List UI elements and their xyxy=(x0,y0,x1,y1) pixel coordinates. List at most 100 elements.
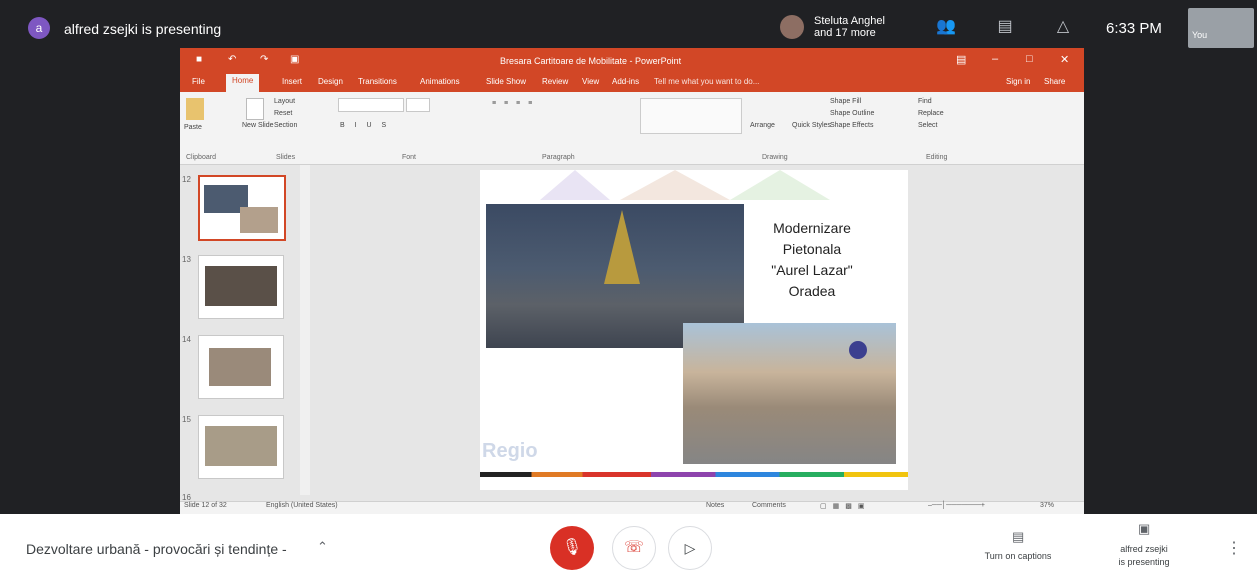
font-format-buttons[interactable]: B I U S xyxy=(340,122,390,129)
close-icon[interactable]: ✕ xyxy=(1060,53,1069,66)
tab-review[interactable]: Review xyxy=(542,77,568,86)
tab-home[interactable]: Home xyxy=(226,74,260,92)
clock: 6:33 PM xyxy=(1106,20,1162,37)
participants-summary[interactable]: Steluta Anghel and 17 more xyxy=(778,12,908,42)
activities-icon[interactable]: △ xyxy=(1050,16,1076,36)
shared-screen-powerpoint: ■ ↶ ↷ ▣ Bresara Cartitoare de Mobilitate… xyxy=(180,48,1084,514)
paste-button[interactable]: Paste xyxy=(184,124,202,131)
share-button[interactable]: Share xyxy=(1044,77,1065,86)
tab-view[interactable]: View xyxy=(582,77,599,86)
self-video-tile[interactable] xyxy=(1188,8,1254,48)
slide-decoration xyxy=(540,170,610,200)
quick-styles-button[interactable]: Quick Styles xyxy=(792,122,831,129)
people-icon[interactable]: 👥 xyxy=(933,16,959,36)
slide-logo: Regio xyxy=(482,440,538,462)
road-sign xyxy=(849,341,867,359)
ribbon: Paste Clipboard New Slide Layout Reset S… xyxy=(180,92,1084,165)
thumb-image xyxy=(205,266,277,306)
tab-slide-show[interactable]: Slide Show xyxy=(486,77,526,86)
more-options-icon[interactable]: ⋮ xyxy=(1226,538,1242,558)
new-slide-button[interactable]: New Slide xyxy=(242,122,274,129)
view-buttons[interactable]: ▢▦▩▣ xyxy=(820,502,870,510)
replace-button[interactable]: Replace xyxy=(918,110,944,117)
captions-icon[interactable]: ▤ xyxy=(1012,529,1024,545)
window-title: Bresara Cartitoare de Mobilitate - Power… xyxy=(500,56,682,66)
slide-title-line: "Aurel Lazar" xyxy=(771,262,853,278)
reset-button[interactable]: Reset xyxy=(274,110,292,117)
slide-thumbnail[interactable] xyxy=(198,255,284,319)
participant-name: Steluta Anghel xyxy=(814,15,885,27)
slide-thumbnail[interactable] xyxy=(198,415,284,479)
undo-icon[interactable]: ↶ xyxy=(228,54,236,65)
arrange-button[interactable]: Arrange xyxy=(750,122,775,129)
font-size-box[interactable] xyxy=(406,98,430,112)
language-indicator[interactable]: English (United States) xyxy=(266,502,338,509)
slide-thumbnail[interactable] xyxy=(198,335,284,399)
thumb-image xyxy=(205,426,277,466)
redo-icon[interactable]: ↷ xyxy=(260,54,268,65)
start-from-beginning-icon[interactable]: ▣ xyxy=(290,54,299,65)
layout-button[interactable]: Layout xyxy=(274,98,295,105)
zoom-slider[interactable]: –──│───────+ xyxy=(928,502,985,509)
group-font: Font xyxy=(402,154,417,161)
group-clipboard: Clipboard xyxy=(186,154,216,161)
slide-title-line: Oradea xyxy=(788,283,836,299)
minimize-icon[interactable]: – xyxy=(992,53,998,65)
maximize-icon[interactable]: □ xyxy=(1026,53,1033,65)
section-button[interactable]: Section xyxy=(274,122,297,129)
tell-me-search[interactable]: Tell me what you want to do... xyxy=(654,77,759,86)
chevron-up-icon[interactable]: ⌃ xyxy=(317,539,328,555)
thumbnails-scrollbar[interactable] xyxy=(300,165,310,495)
ribbon-options-icon[interactable]: ▤ xyxy=(956,53,966,66)
slide-decoration xyxy=(730,170,830,200)
find-button[interactable]: Find xyxy=(918,98,932,105)
thumb-image xyxy=(240,207,278,233)
current-slide[interactable]: Modernizare Pietonala "Aurel Lazar" Orad… xyxy=(480,170,908,490)
turn-on-captions-button[interactable]: Turn on captions xyxy=(972,551,1064,561)
camera-button[interactable]: ▷ xyxy=(668,526,712,570)
select-button[interactable]: Select xyxy=(918,122,937,129)
presenting-label-line: is presenting xyxy=(1118,557,1170,567)
new-slide-icon[interactable] xyxy=(246,98,264,120)
slide-counter: Slide 12 of 32 xyxy=(184,502,227,509)
comments-button[interactable]: Comments xyxy=(752,502,786,509)
font-name-box[interactable] xyxy=(338,98,404,112)
presenting-status-button[interactable]: alfred zsejki is presenting xyxy=(1098,543,1190,569)
thumb-number: 15 xyxy=(182,415,191,424)
present-screen-icon[interactable]: ▣ xyxy=(1138,521,1150,537)
leave-call-button[interactable]: ☏ xyxy=(612,526,656,570)
tab-design[interactable]: Design xyxy=(318,77,343,86)
slide-title-line: Modernizare xyxy=(773,220,851,236)
slide-photo-pedestrian-street xyxy=(683,323,896,464)
thumb-image xyxy=(209,348,271,386)
participant-more: and 17 more xyxy=(814,27,876,39)
save-icon[interactable]: ■ xyxy=(196,54,202,65)
meeting-title[interactable]: Dezvoltare urbană - provocări și tendinț… xyxy=(26,541,287,557)
shape-fill-button[interactable]: Shape Fill xyxy=(830,98,861,105)
group-slides: Slides xyxy=(276,154,296,161)
tab-add-ins[interactable]: Add-ins xyxy=(612,77,639,86)
group-paragraph: Paragraph xyxy=(542,154,575,161)
paste-icon[interactable] xyxy=(186,98,204,120)
slide-title-line: Pietonala xyxy=(782,241,842,257)
chat-icon[interactable]: ▤ xyxy=(992,16,1018,36)
sign-in-link[interactable]: Sign in xyxy=(1006,77,1030,86)
notes-button[interactable]: Notes xyxy=(706,502,724,509)
slide-thumbnails-pane: 12 13 14 15 16 xyxy=(180,165,310,502)
shape-outline-button[interactable]: Shape Outline xyxy=(830,110,874,117)
shapes-gallery[interactable] xyxy=(640,98,742,134)
group-drawing: Drawing xyxy=(762,154,788,161)
tab-file[interactable]: File xyxy=(192,77,205,86)
shape-effects-button[interactable]: Shape Effects xyxy=(830,122,873,129)
tab-transitions[interactable]: Transitions xyxy=(358,77,397,86)
microphone-off-button[interactable]: 🎙 xyxy=(550,526,594,570)
tab-animations[interactable]: Animations xyxy=(420,77,460,86)
slide-decoration xyxy=(620,170,730,200)
self-label: You xyxy=(1192,30,1208,40)
participant-avatar xyxy=(780,15,804,39)
slide-thumbnail-selected[interactable] xyxy=(198,175,286,241)
zoom-level[interactable]: 37% xyxy=(1040,502,1054,509)
tab-insert[interactable]: Insert xyxy=(282,77,302,86)
paragraph-buttons[interactable]: ≡ ≡ ≡ ≡ xyxy=(492,100,535,107)
presenting-label-line: alfred zsejki xyxy=(1120,544,1168,554)
